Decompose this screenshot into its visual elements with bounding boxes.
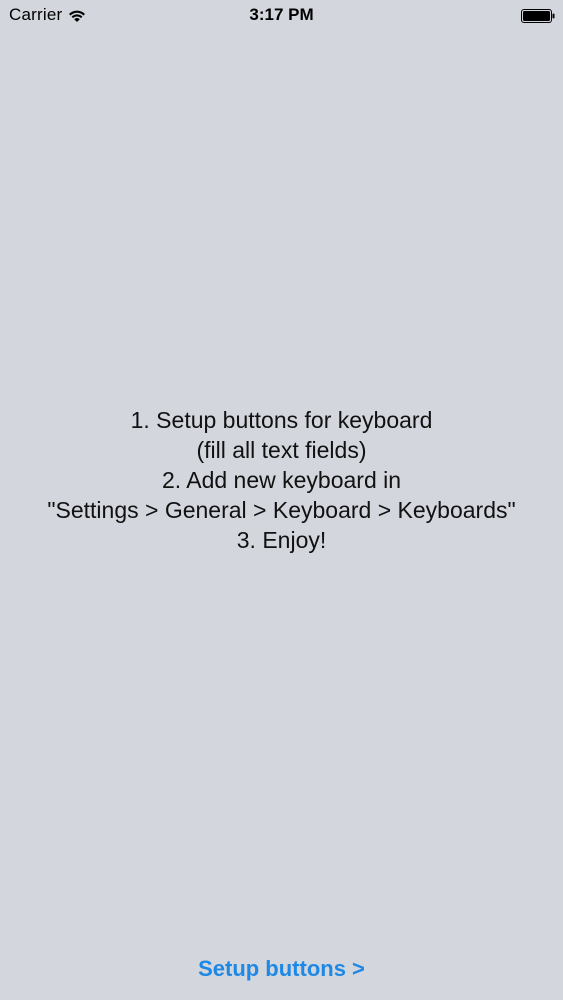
instruction-line: 2. Add new keyboard in — [161, 467, 402, 493]
instruction-line: 3. Enjoy! — [236, 527, 327, 553]
setup-buttons-button[interactable]: Setup buttons > — [0, 955, 563, 983]
instruction-line: "Settings > General > Keyboard > Keyboar… — [47, 497, 516, 523]
status-time: 3:17 PM — [249, 5, 314, 24]
instruction-line: (fill all text fields) — [196, 437, 367, 463]
battery-icon — [521, 8, 555, 23]
instruction-line: 1. Setup buttons for keyboard — [130, 407, 433, 433]
instructions-text: 1. Setup buttons for keyboard (fill all … — [0, 405, 563, 555]
status-bar: Carrier 3:17 PM — [0, 0, 563, 30]
